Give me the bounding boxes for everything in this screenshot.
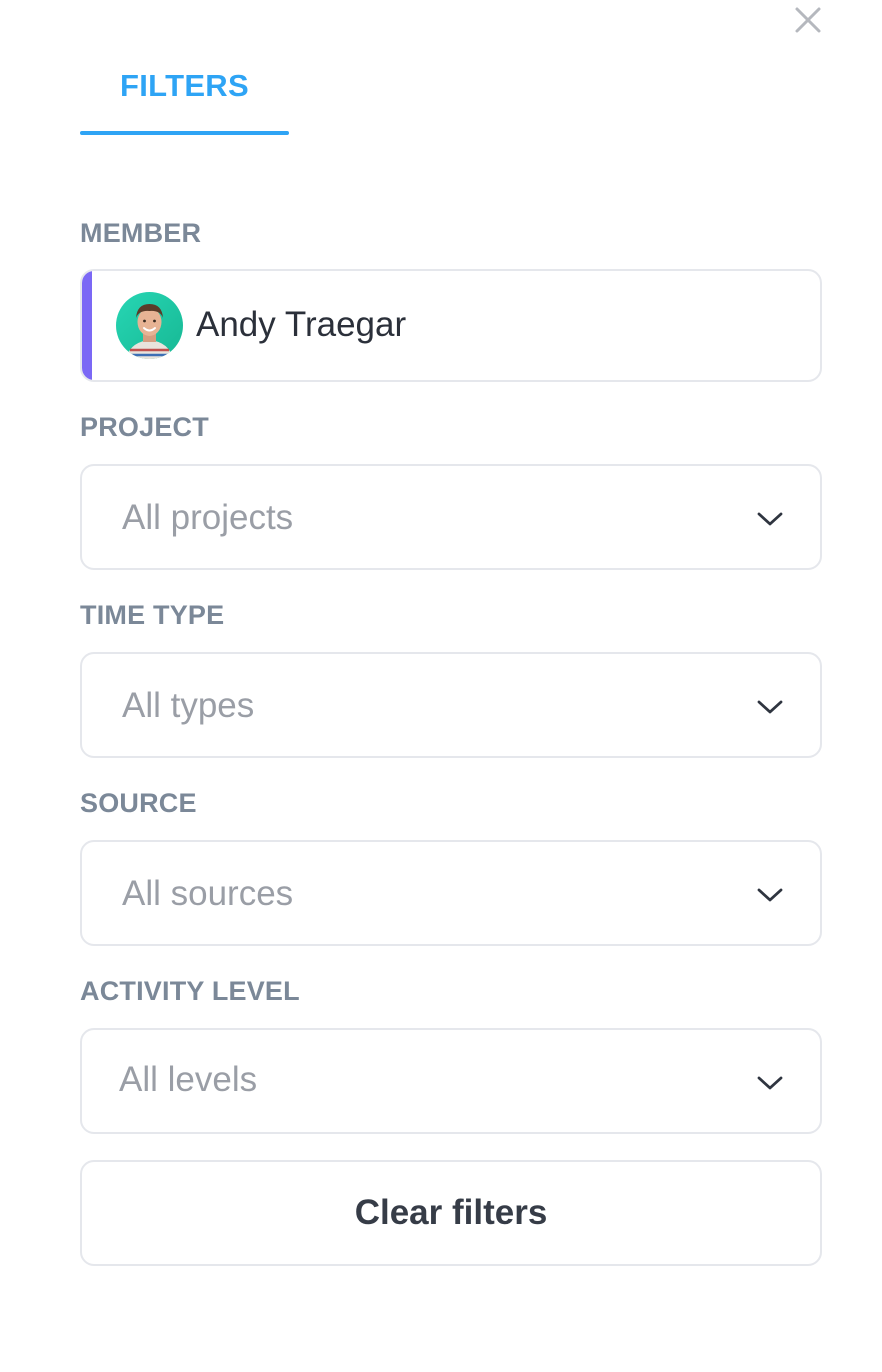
member-name: Andy Traegar xyxy=(196,305,407,344)
source-select[interactable]: All sources xyxy=(80,840,822,946)
tab-filters-label: FILTERS xyxy=(120,68,249,103)
filters-panel: FILTERS MEMBER Andy Traegar PROJECT All … xyxy=(0,0,882,1372)
project-select-value: All projects xyxy=(122,498,294,537)
activity-level-select[interactable]: All levels xyxy=(80,1028,822,1134)
project-label: PROJECT xyxy=(80,412,209,442)
chevron-down-icon xyxy=(757,700,783,714)
chevron-down-icon xyxy=(757,512,783,526)
tab-filters[interactable]: FILTERS xyxy=(80,60,289,135)
source-label: SOURCE xyxy=(80,788,197,818)
clear-filters-label: Clear filters xyxy=(354,1193,548,1232)
time-type-label: TIME TYPE xyxy=(80,600,225,630)
time-type-select[interactable]: All types xyxy=(80,652,822,758)
time-type-select-value: All types xyxy=(122,686,255,725)
clear-filters-button[interactable]: Clear filters xyxy=(80,1160,822,1266)
activity-level-label: ACTIVITY LEVEL xyxy=(80,976,300,1006)
member-select[interactable]: Andy Traegar xyxy=(80,269,822,382)
close-button[interactable] xyxy=(790,2,826,38)
chevron-down-icon xyxy=(757,888,783,902)
source-select-value: All sources xyxy=(122,874,294,913)
tab-active-indicator xyxy=(80,131,289,135)
activity-level-select-value: All levels xyxy=(119,1060,258,1099)
project-select[interactable]: All projects xyxy=(80,464,822,570)
chevron-down-icon xyxy=(757,1076,783,1090)
close-icon xyxy=(795,7,821,33)
avatar xyxy=(116,292,183,359)
member-accent-bar xyxy=(82,271,92,380)
member-label: MEMBER xyxy=(80,218,202,248)
